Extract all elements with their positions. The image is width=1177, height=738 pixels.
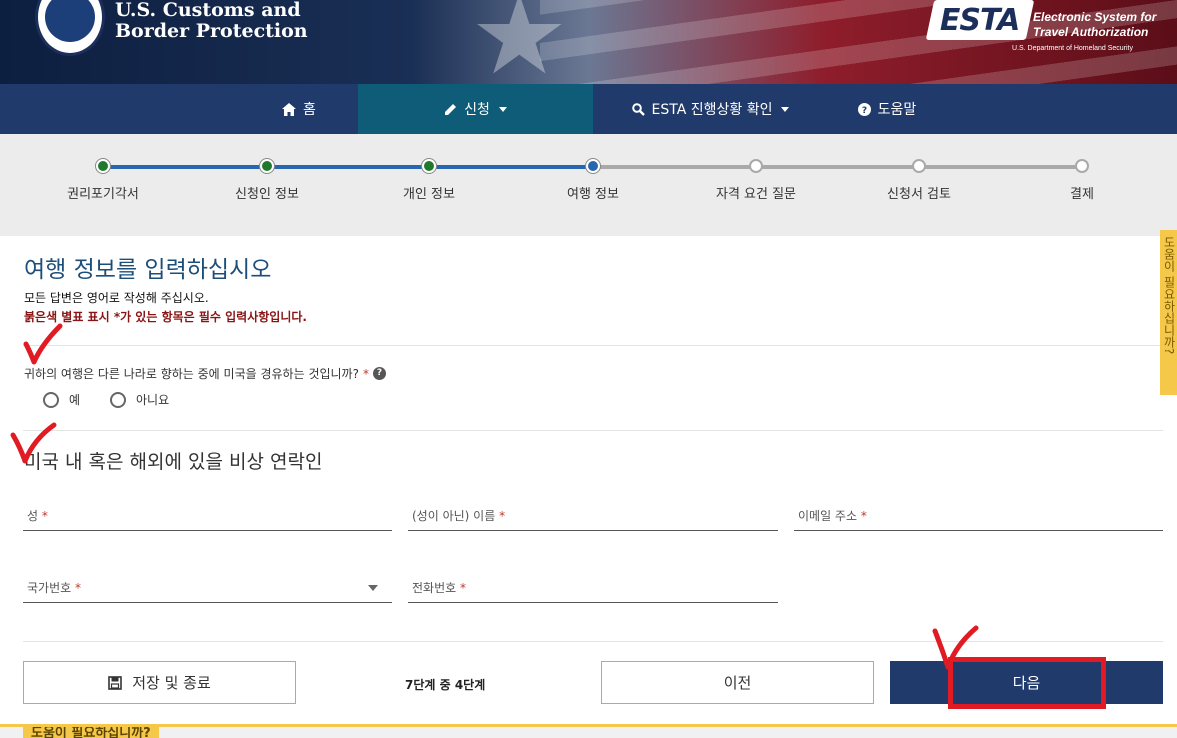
- progress-tracker: 권리포기각서 신청인 정보 개인 정보 여행 정보 자격 요건 질문 신청서 검…: [0, 134, 1177, 236]
- save-exit-button[interactable]: 저장 및 종료: [23, 661, 296, 704]
- step-dot-waiver: [96, 159, 110, 173]
- dept-label: U.S. Department of Homeland Security: [1012, 45, 1133, 52]
- agency-name: U.S. Customs and Border Protection: [115, 0, 308, 42]
- step-dot-applicant: [260, 159, 274, 173]
- step-label-applicant: 신청인 정보: [235, 187, 299, 202]
- first-name-field[interactable]: (성이 아닌) 이름 *: [408, 501, 778, 531]
- esta-subtitle: Electronic System for Travel Authorizati…: [1033, 10, 1156, 40]
- step-dot-payment: [1075, 159, 1089, 173]
- checkmark-annotation-icon: [10, 422, 57, 464]
- esta-subtitle-line1: Electronic System for: [1033, 10, 1157, 24]
- help-icon[interactable]: ?: [372, 367, 386, 380]
- step-label-waiver: 권리포기각서: [67, 187, 139, 202]
- divider: [23, 430, 1163, 431]
- radio-yes[interactable]: 예: [43, 391, 80, 408]
- divider: [23, 345, 1163, 346]
- pencil-icon: [445, 103, 457, 115]
- nav-help-label: 도움말: [877, 102, 917, 118]
- radio-no[interactable]: 아니요: [110, 391, 169, 408]
- highlight-box-annotation: [948, 657, 1106, 709]
- country-code-label: 국가번호 *: [27, 581, 81, 595]
- chevron-down-icon: [498, 106, 507, 112]
- first-name-label: (성이 아닌) 이름 *: [412, 509, 506, 523]
- nav-home-label: 홈: [303, 102, 316, 118]
- site-header: ★ U.S. Customs and Border Protection EST…: [0, 0, 1177, 84]
- emergency-contact-title: 미국 내 혹은 해외에 있을 비상 연락인: [24, 451, 323, 473]
- help-bar-tab[interactable]: 도움이 필요하십니까?: [23, 727, 159, 738]
- step-dot-travel: [586, 159, 600, 173]
- last-name-label: 성 *: [27, 509, 48, 523]
- step-label-review: 신청서 검토: [887, 187, 951, 202]
- transit-question-text: 귀하의 여행은 다른 나라로 향하는 중에 미국을 경유하는 것입니까?: [24, 367, 359, 381]
- main-nav: 홈 신청 ESTA 진행상황 확인 ? 도움말: [0, 84, 1177, 134]
- step-count: 7단계 중 4단계: [405, 678, 486, 692]
- nav-home[interactable]: 홈: [240, 84, 358, 134]
- transit-question: 귀하의 여행은 다른 나라로 향하는 중에 미국을 경유하는 것입니까? * ?: [24, 365, 386, 382]
- divider: [23, 641, 1163, 642]
- step-dot-eligibility: [749, 159, 763, 173]
- question-icon: ?: [857, 102, 871, 116]
- save-exit-label: 저장 및 종료: [132, 674, 211, 692]
- chevron-down-icon: [781, 106, 790, 112]
- step-dot-review: [912, 159, 926, 173]
- side-help-tab-label: 도움이 필요하십니까?: [1162, 236, 1176, 355]
- agency-name-line1: U.S. Customs and: [115, 0, 301, 21]
- email-label: 이메일 주소 *: [798, 509, 867, 523]
- previous-button[interactable]: 이전: [601, 661, 874, 704]
- radio-yes-label: 예: [69, 393, 81, 407]
- home-icon: [282, 102, 297, 116]
- checkmark-annotation-icon: [23, 323, 63, 365]
- help-bar: 도움이 필요하십니까?: [0, 724, 1177, 738]
- country-code-select[interactable]: 국가번호 *: [23, 573, 392, 603]
- phone-field[interactable]: 전화번호 *: [408, 573, 778, 603]
- email-field[interactable]: 이메일 주소 *: [794, 501, 1163, 531]
- agency-name-line2: Border Protection: [115, 20, 308, 42]
- step-label-travel: 여행 정보: [567, 187, 619, 202]
- page-title: 여행 정보를 입력하십시오: [24, 257, 272, 283]
- nav-status-label: ESTA 진행상황 확인: [651, 102, 773, 118]
- previous-label: 이전: [723, 674, 752, 692]
- nav-status[interactable]: ESTA 진행상황 확인: [593, 84, 828, 134]
- nav-apply-label: 신청: [464, 102, 490, 118]
- dropdown-arrow-icon: [368, 585, 378, 591]
- phone-label: 전화번호 *: [412, 581, 466, 595]
- radio-yes-circle[interactable]: [43, 391, 59, 408]
- nav-help[interactable]: ? 도움말: [828, 84, 946, 134]
- step-label-payment: 결제: [1070, 187, 1094, 202]
- dhs-seal-logo: [35, 0, 105, 56]
- step-label-personal: 개인 정보: [403, 187, 455, 202]
- esta-subtitle-line2: Travel Authorization: [1033, 25, 1149, 39]
- svg-text:?: ?: [862, 106, 867, 116]
- side-help-tab[interactable]: 도움이 필요하십니까?: [1160, 230, 1177, 395]
- progress-track-remaining: [593, 165, 1083, 169]
- star-decoration: ★: [470, 0, 569, 84]
- search-icon: [631, 102, 645, 116]
- required-mark: *: [362, 366, 369, 381]
- nav-apply[interactable]: 신청: [358, 84, 593, 134]
- required-note: 붉은색 별표 표시 *가 있는 항목은 필수 입력사항입니다.: [24, 310, 307, 324]
- radio-no-label: 아니요: [136, 393, 170, 407]
- english-note: 모든 답변은 영어로 작성해 주십시오.: [24, 291, 209, 305]
- esta-logo: ESTA: [925, 0, 1035, 40]
- progress-track-complete: [103, 165, 593, 169]
- radio-no-circle[interactable]: [110, 391, 126, 408]
- step-dot-personal: [422, 159, 436, 173]
- floppy-disk-icon: [108, 675, 123, 690]
- last-name-field[interactable]: 성 *: [23, 501, 392, 531]
- step-label-eligibility: 자격 요건 질문: [715, 187, 797, 202]
